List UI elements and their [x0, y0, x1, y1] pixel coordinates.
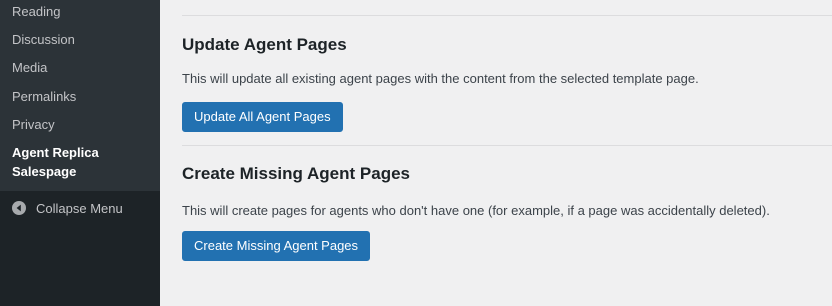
- sidebar-item-discussion[interactable]: Discussion: [12, 31, 75, 49]
- sidebar-item-media[interactable]: Media: [12, 59, 47, 77]
- update-agent-pages-description: This will update all existing agent page…: [182, 71, 699, 86]
- admin-page: Reading Discussion Media Permalinks Priv…: [0, 0, 832, 306]
- collapse-menu-button[interactable]: Collapse Menu: [0, 197, 160, 221]
- sidebar-item-reading[interactable]: Reading: [12, 3, 60, 21]
- create-missing-agent-pages-heading: Create Missing Agent Pages: [182, 164, 410, 183]
- collapse-arrow-icon: [11, 200, 27, 216]
- settings-submenu: Reading Discussion Media Permalinks Priv…: [0, 0, 160, 191]
- sidebar-item-permalinks[interactable]: Permalinks: [12, 88, 76, 106]
- section-divider: [182, 145, 832, 146]
- main-content: Update Agent Pages This will update all …: [160, 0, 832, 306]
- section-divider: [182, 15, 832, 16]
- create-missing-agent-pages-description: This will create pages for agents who do…: [182, 203, 770, 218]
- update-all-agent-pages-button[interactable]: Update All Agent Pages: [182, 102, 343, 132]
- admin-sidebar: Reading Discussion Media Permalinks Priv…: [0, 0, 160, 306]
- create-missing-agent-pages-button[interactable]: Create Missing Agent Pages: [182, 231, 371, 261]
- sidebar-item-agent-replica-salespage[interactable]: Agent Replica Salespage: [12, 143, 152, 181]
- sidebar-item-privacy[interactable]: Privacy: [12, 116, 55, 134]
- collapse-menu-label: Collapse Menu: [36, 201, 123, 216]
- update-agent-pages-heading: Update Agent Pages: [182, 35, 347, 54]
